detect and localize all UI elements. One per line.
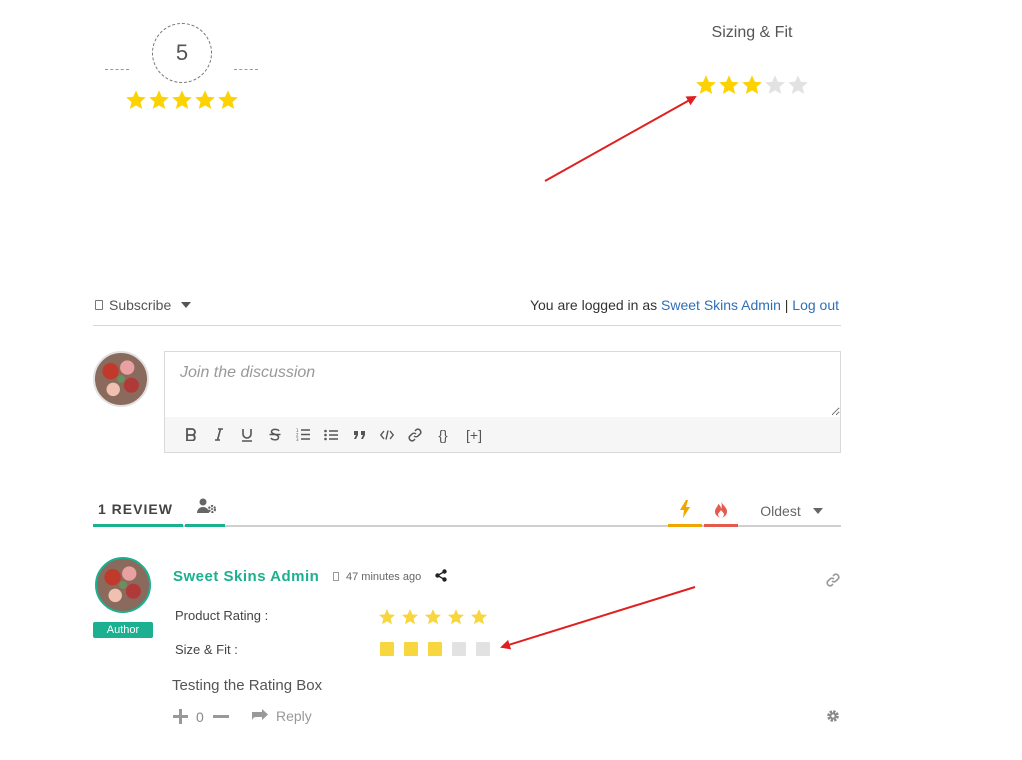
- minus-icon: [213, 715, 229, 718]
- size-fit-label: Size & Fit :: [175, 642, 238, 657]
- vote-count: 0: [196, 709, 204, 725]
- tab-reviews[interactable]: 1 REVIEW: [93, 501, 183, 517]
- link-button[interactable]: [401, 423, 429, 447]
- fit-box-filled: [380, 642, 394, 656]
- review-text: Testing the Rating Box: [172, 677, 323, 694]
- strikethrough-button[interactable]: [261, 423, 289, 447]
- reply-icon[interactable]: [251, 709, 269, 728]
- gear-icon[interactable]: [826, 709, 840, 728]
- bell-icon: [95, 300, 103, 310]
- reply-button[interactable]: Reply: [276, 708, 312, 724]
- sort-hottest-button[interactable]: [704, 500, 738, 524]
- svg-text:3: 3: [296, 437, 299, 441]
- ordered-list-button[interactable]: 123: [289, 423, 317, 447]
- star-filled-icon: [470, 609, 488, 625]
- star-filled-icon: [126, 90, 146, 109]
- annotation-arrow-bottom: [500, 586, 696, 650]
- spoiler-button[interactable]: {}: [429, 423, 457, 447]
- star-filled-icon: [719, 75, 739, 94]
- clock-icon: [333, 572, 339, 581]
- fit-box-empty: [452, 642, 466, 656]
- comment-editor: 123 {} [+]: [164, 351, 841, 453]
- star-filled-icon: [172, 90, 192, 109]
- underline-button[interactable]: [233, 423, 261, 447]
- lightning-icon: [680, 500, 690, 518]
- current-user-avatar: [93, 351, 149, 407]
- star-empty-icon: [788, 75, 808, 94]
- logged-in-prefix: You are logged in as: [529, 297, 658, 313]
- decor-dash-right: [234, 69, 258, 70]
- product-rating-label: Product Rating :: [175, 608, 269, 623]
- sort-order-dropdown[interactable]: Oldest: [742, 503, 841, 519]
- star-filled-icon: [696, 75, 716, 94]
- sort-hottest-indicator: [704, 524, 738, 527]
- code-button[interactable]: [373, 423, 401, 447]
- login-info: You are logged in as Sweet Skins Admin |…: [530, 297, 839, 313]
- tab-authors[interactable]: [190, 498, 224, 520]
- permalink-icon[interactable]: [826, 573, 840, 592]
- star-empty-icon: [765, 75, 785, 94]
- star-filled-icon: [424, 609, 442, 625]
- more-button[interactable]: [+]: [457, 423, 491, 447]
- review-author-name[interactable]: Sweet Skins Admin: [173, 568, 319, 585]
- chevron-down-icon: [181, 302, 192, 308]
- decor-dash-left: [105, 69, 129, 70]
- divider: [93, 325, 841, 326]
- overall-rating-circle: 5: [152, 23, 212, 83]
- author-badge: Author: [93, 622, 153, 638]
- vote-up-button[interactable]: [172, 708, 189, 730]
- star-filled-icon: [149, 90, 169, 109]
- sort-newest-button[interactable]: [668, 500, 702, 524]
- comment-input[interactable]: [165, 352, 840, 416]
- star-filled-icon: [447, 609, 465, 625]
- sort-order-label: Oldest: [760, 503, 801, 519]
- star-filled-icon: [742, 75, 762, 94]
- quote-button[interactable]: [345, 423, 373, 447]
- sizing-fit-stars: [695, 74, 809, 96]
- chevron-down-icon: [812, 508, 823, 514]
- star-filled-icon: [401, 609, 419, 625]
- logout-link[interactable]: Log out: [792, 297, 839, 313]
- fire-icon: [715, 501, 727, 518]
- review-author-avatar: [95, 557, 151, 613]
- tab-authors-indicator: [185, 524, 225, 527]
- star-filled-icon: [218, 90, 238, 109]
- star-filled-icon: [195, 90, 215, 109]
- size-fit-rating: [380, 642, 490, 656]
- unordered-list-button[interactable]: [317, 423, 345, 447]
- subscribe-dropdown[interactable]: Subscribe: [95, 297, 192, 313]
- vote-down-button[interactable]: [212, 708, 230, 730]
- fit-box-empty: [476, 642, 490, 656]
- sizing-fit-title: Sizing & Fit: [711, 24, 793, 41]
- plus-icon: [173, 709, 188, 724]
- subscribe-label: Subscribe: [109, 297, 172, 313]
- overall-rating-score: 5: [175, 40, 189, 65]
- annotation-arrow-top: [544, 96, 697, 182]
- user-settings-icon: [197, 498, 217, 514]
- star-filled-icon: [378, 609, 396, 625]
- share-icon[interactable]: [435, 569, 447, 587]
- italic-button[interactable]: [205, 423, 233, 447]
- separator: |: [784, 297, 789, 313]
- sort-newest-indicator: [668, 524, 702, 527]
- fit-box-filled: [404, 642, 418, 656]
- bold-button[interactable]: [177, 423, 205, 447]
- fit-box-filled: [428, 642, 442, 656]
- overall-stars: [125, 89, 239, 111]
- review-timestamp[interactable]: 47 minutes ago: [346, 571, 421, 583]
- editor-toolbar: 123 {} [+]: [165, 417, 840, 452]
- product-rating-stars: [378, 608, 488, 626]
- tab-reviews-indicator: [93, 524, 183, 527]
- user-profile-link[interactable]: Sweet Skins Admin: [661, 297, 781, 313]
